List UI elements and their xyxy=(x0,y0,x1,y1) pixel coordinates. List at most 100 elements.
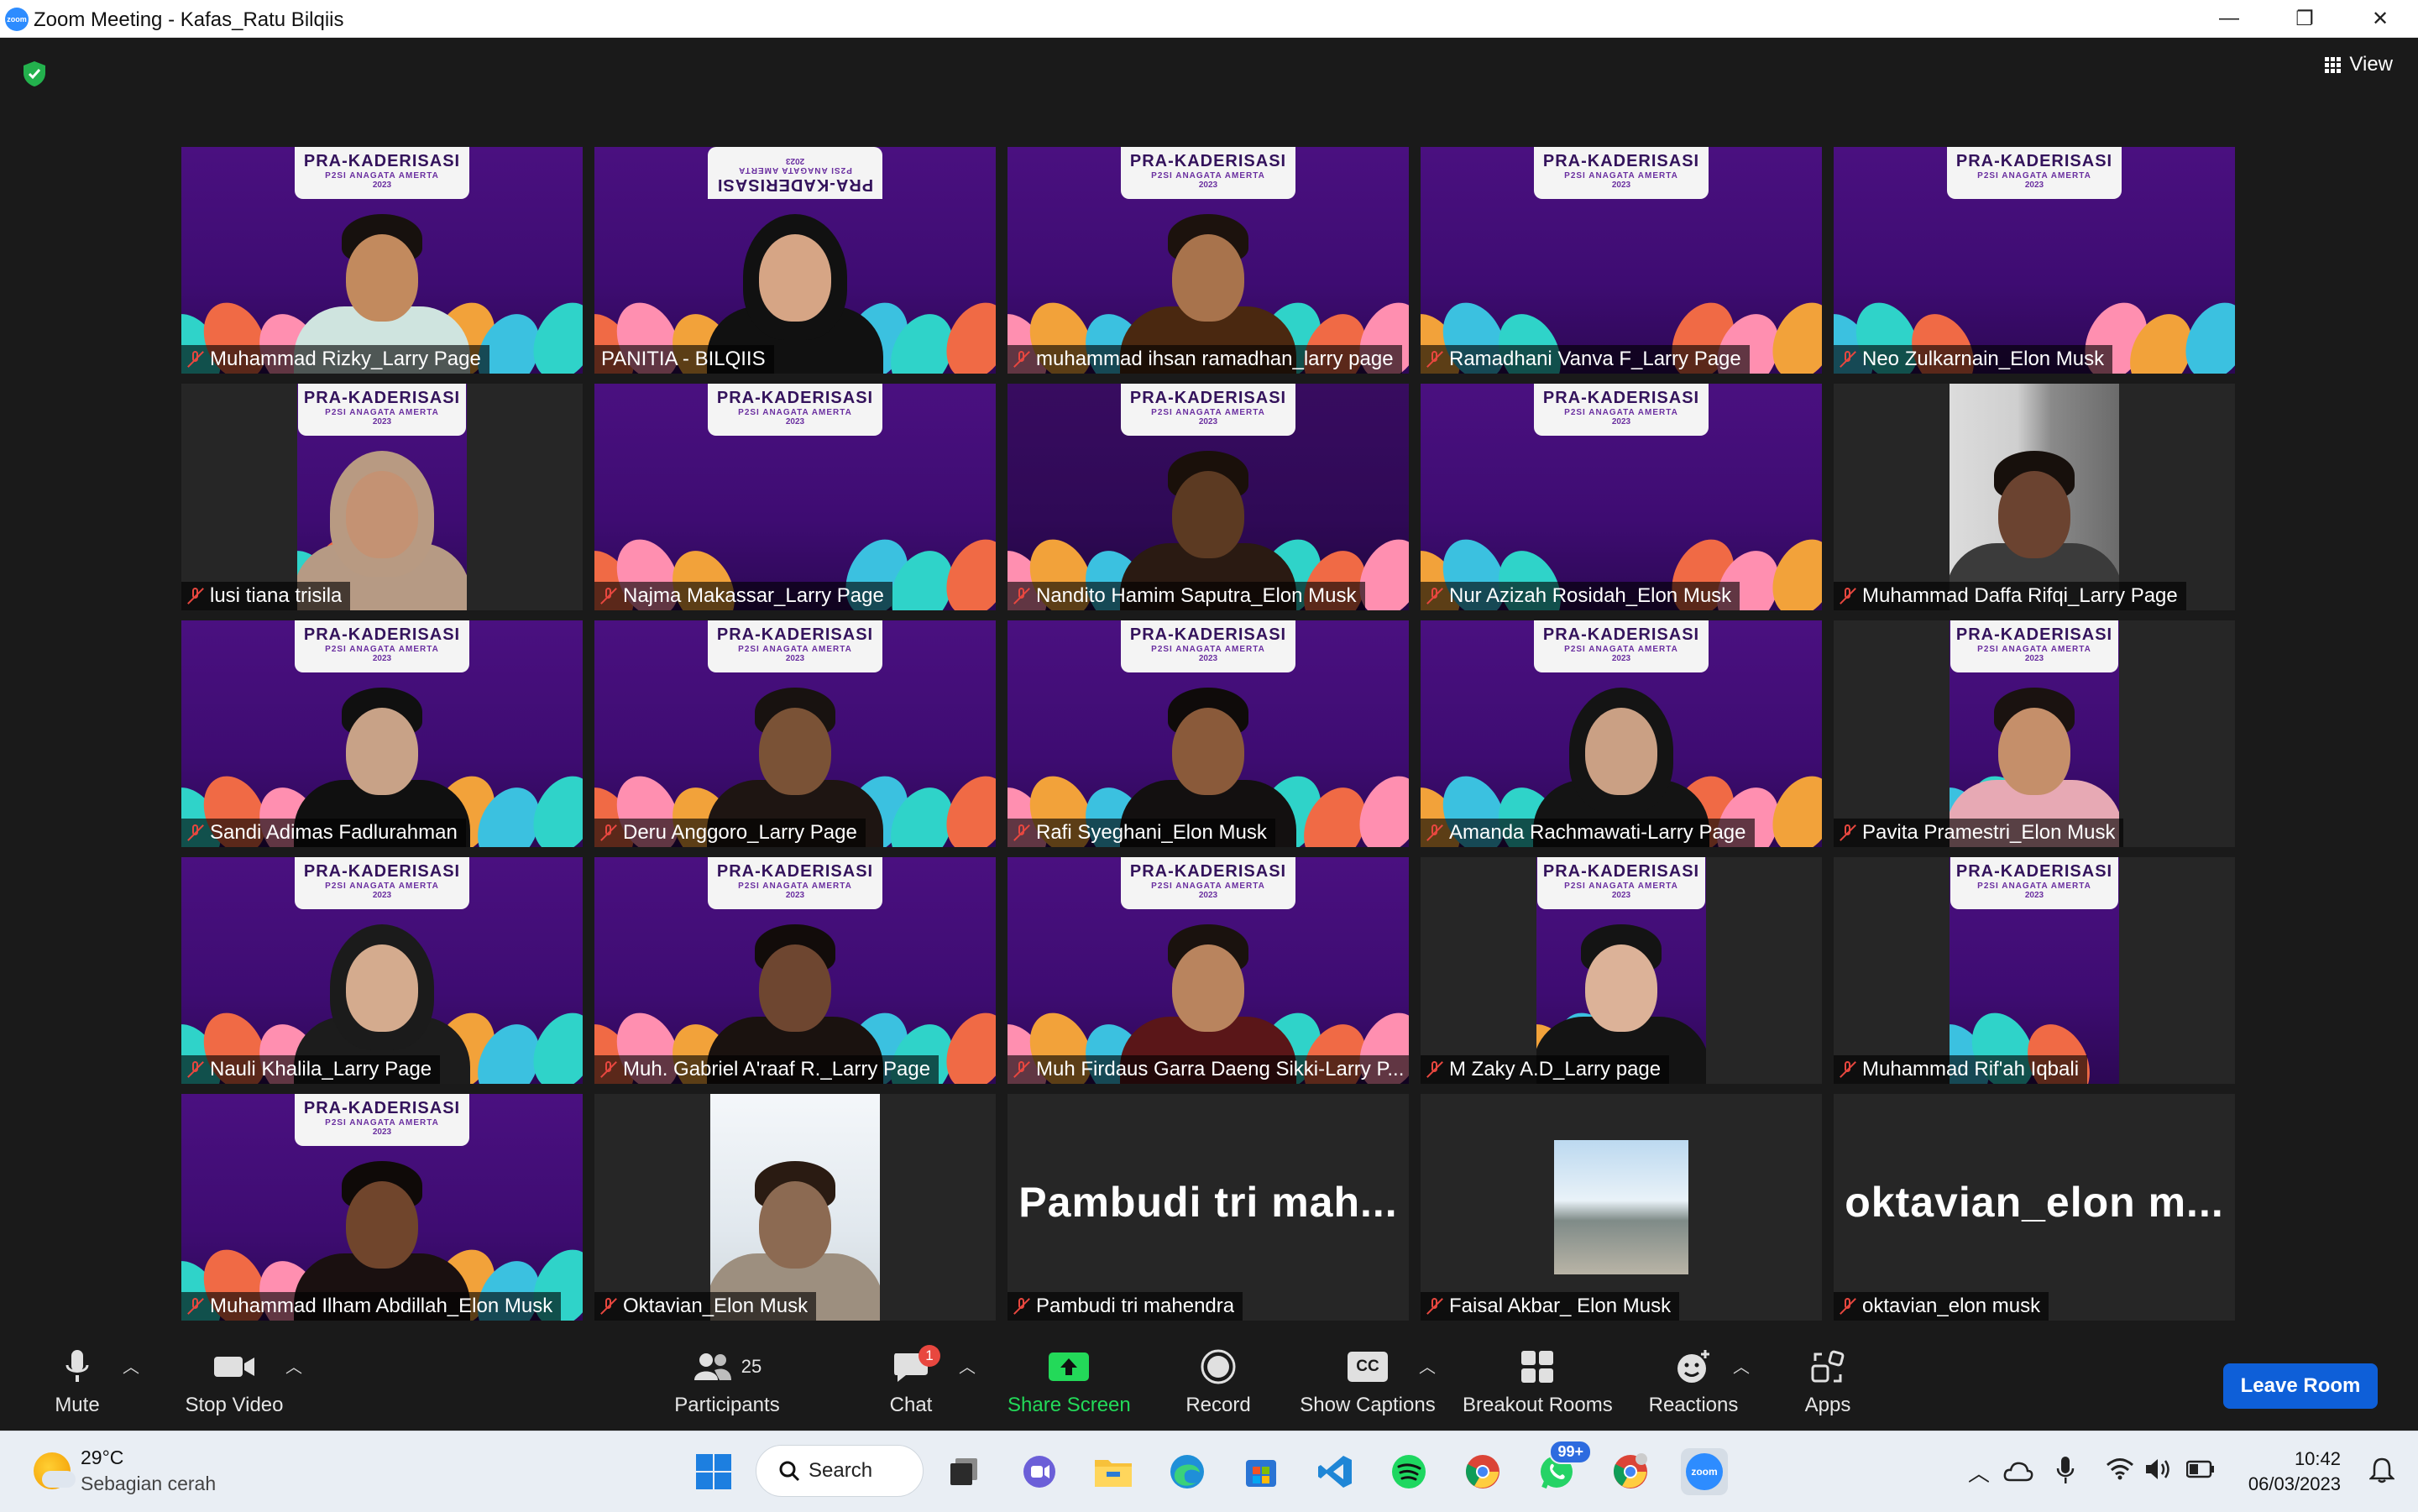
weather-widget[interactable]: 29°C Sebagian cerah xyxy=(34,1447,216,1495)
close-button[interactable]: ✕ xyxy=(2342,0,2418,37)
reactions-button[interactable]: Reactions xyxy=(1647,1345,1740,1429)
vscode-taskbar-button[interactable] xyxy=(1311,1448,1358,1495)
clock-date: 06/03/2023 xyxy=(2248,1473,2341,1494)
show-captions-button[interactable]: CC Show Captions xyxy=(1300,1345,1436,1429)
system-clock[interactable]: 10:42 06/03/2023 xyxy=(2248,1447,2341,1497)
participant-video-tile[interactable]: PRA-KADERISASI P2SI ANAGATA AMERTA 2023 Nur… xyxy=(1421,384,1822,610)
notification-bell-icon[interactable] xyxy=(2369,1457,2394,1483)
speaker-volume-icon[interactable] xyxy=(2144,1457,2175,1482)
participant-video-tile[interactable]: PRA-KADERISASI P2SI ANAGATA AMERTA 2023 San… xyxy=(181,620,583,847)
record-button[interactable]: Record xyxy=(1180,1345,1256,1429)
participant-name-label: Neo Zulkarnain_Elon Musk xyxy=(1834,345,2113,374)
onedrive-cloud-icon[interactable] xyxy=(2003,1460,2033,1482)
view-button[interactable]: View xyxy=(2325,53,2393,76)
restore-button[interactable]: ❐ xyxy=(2267,0,2342,37)
participant-video-tile[interactable]: oktavian_elon m... oktavian_elon musk xyxy=(1834,1094,2235,1321)
reactions-options-chevron-icon[interactable]: ︿ xyxy=(1733,1353,1750,1378)
mute-button[interactable]: Mute xyxy=(42,1345,113,1429)
chat-options-chevron-icon[interactable]: ︿ xyxy=(959,1353,976,1378)
file-explorer-taskbar-button[interactable] xyxy=(1090,1448,1137,1495)
wifi-icon[interactable] xyxy=(2106,1457,2134,1480)
search-icon xyxy=(779,1461,800,1482)
battery-icon[interactable] xyxy=(2186,1460,2215,1478)
participants-button[interactable]: 25 Participants xyxy=(672,1345,782,1429)
leave-room-button[interactable]: Leave Room xyxy=(2223,1363,2378,1409)
partly-sunny-icon xyxy=(34,1452,76,1489)
participant-video-tile[interactable]: PRA-KADERISASI P2SI ANAGATA AMERTA 2023 Nan… xyxy=(1008,384,1409,610)
microphone-tray-icon[interactable] xyxy=(2055,1455,2075,1485)
participant-name: Faisal Akbar_ Elon Musk xyxy=(1449,1295,1672,1317)
participant-video-tile[interactable]: Faisal Akbar_ Elon Musk xyxy=(1421,1094,1822,1321)
participant-video-tile[interactable]: Oktavian_Elon Musk xyxy=(594,1094,996,1321)
participant-name-label: M Zaky A.D_Larry page xyxy=(1421,1055,1670,1084)
weather-description: Sebagian cerah xyxy=(81,1473,217,1494)
participant-video-tile[interactable]: PRA-KADERISASI P2SI ANAGATA AMERTA 2023 Ama… xyxy=(1421,620,1822,847)
spotify-icon xyxy=(1392,1455,1426,1488)
minimize-button[interactable]: — xyxy=(2191,0,2267,37)
taskbar-search[interactable]: Search xyxy=(756,1445,924,1497)
audio-options-chevron-icon[interactable]: ︿ xyxy=(123,1353,139,1378)
participant-name: Nandito Hamim Saputra_Elon Musk xyxy=(1036,584,1357,607)
participant-name-label: Ramadhani Vanva F_Larry Page xyxy=(1421,345,1750,374)
participant-name: Muhammad Daffa Rifqi_Larry Page xyxy=(1862,584,2178,607)
participant-video-tile[interactable]: PRA-KADERISASI P2SI ANAGATA AMERTA 2023 Ram… xyxy=(1421,147,1822,374)
chat-button[interactable]: 1 Chat xyxy=(883,1345,940,1429)
captions-options-chevron-icon[interactable]: ︿ xyxy=(1419,1353,1436,1378)
participant-video-tile[interactable]: PRA-KADERISASI P2SI ANAGATA AMERTA 2023 Raf… xyxy=(1008,620,1409,847)
zoom-taskbar-button[interactable]: zoom xyxy=(1681,1448,1728,1495)
participant-video-tile[interactable]: PRA-KADERISASI P2SI ANAGATA AMERTA 2023 Nau… xyxy=(181,857,583,1084)
participant-video-tile[interactable]: PRA-KADERISASI P2SI ANAGATA AMERTA 2023 Muh… xyxy=(181,147,583,374)
participant-name-label: Faisal Akbar_ Elon Musk xyxy=(1421,1292,1680,1321)
spotify-taskbar-button[interactable] xyxy=(1385,1448,1432,1495)
whatsapp-taskbar-button[interactable]: 99+ xyxy=(1533,1440,1592,1495)
teams-chat-taskbar-button[interactable] xyxy=(1016,1448,1063,1495)
security-shield-icon[interactable] xyxy=(20,60,49,88)
record-icon xyxy=(1201,1349,1236,1384)
participant-video-tile[interactable]: PRA-KADERISASI P2SI ANAGATA AMERTA 2023 Neo… xyxy=(1834,147,2235,374)
video-options-chevron-icon[interactable]: ︿ xyxy=(285,1353,302,1378)
participant-video-tile[interactable]: PRA-KADERISASI P2SI ANAGATA AMERTA 2023 Muh… xyxy=(1008,857,1409,1084)
share-screen-icon xyxy=(1049,1352,1089,1381)
stop-video-button[interactable]: Stop Video xyxy=(180,1345,289,1429)
microsoft-store-taskbar-button[interactable] xyxy=(1238,1448,1285,1495)
muted-microphone-icon xyxy=(188,824,203,842)
show-hidden-icons-chevron-icon[interactable]: ︿ xyxy=(1968,1457,1990,1488)
record-label: Record xyxy=(1185,1394,1251,1416)
participant-name-label: Muhammad Rif'ah Iqbali xyxy=(1834,1055,2088,1084)
participant-video-tile[interactable]: Muhammad Daffa Rifqi_Larry Page xyxy=(1834,384,2235,610)
participant-video-tile[interactable]: Pambudi tri mah... Pambudi tri mahendra xyxy=(1008,1094,1409,1321)
participant-video-tile[interactable]: PRA-KADERISASI P2SI ANAGATA AMERTA 2023 Naj… xyxy=(594,384,996,610)
participant-name-label: Sandi Adimas Fadlurahman xyxy=(181,819,466,847)
participant-video-tile[interactable]: PRA-KADERISASI P2SI ANAGATA AMERTA 2023 PAN… xyxy=(594,147,996,374)
share-screen-button[interactable]: Share Screen xyxy=(1008,1345,1131,1429)
weather-temperature: 29°C xyxy=(81,1447,124,1468)
muted-microphone-icon xyxy=(1840,587,1855,605)
participant-name: Nur Azizah Rosidah_Elon Musk xyxy=(1449,584,1732,607)
chrome-profile-taskbar-button[interactable] xyxy=(1607,1448,1654,1495)
participant-video-tile[interactable]: PRA-KADERISASI P2SI ANAGATA AMERTA 2023 Pav… xyxy=(1834,620,2235,847)
participant-name: Muhammad Rizky_Larry Page xyxy=(210,348,481,370)
chrome-taskbar-button[interactable] xyxy=(1459,1448,1506,1495)
clock-time: 10:42 xyxy=(2294,1448,2341,1469)
participant-name: Nauli Khalila_Larry Page xyxy=(210,1058,432,1080)
task-view-icon xyxy=(950,1458,977,1485)
participant-video-tile[interactable]: PRA-KADERISASI P2SI ANAGATA AMERTA 2023 Muh… xyxy=(1834,857,2235,1084)
task-view-button[interactable] xyxy=(940,1448,987,1495)
participant-video-tile[interactable]: PRA-KADERISASI P2SI ANAGATA AMERTA 2023 M Z… xyxy=(1421,857,1822,1084)
participant-video-tile[interactable]: PRA-KADERISASI P2SI ANAGATA AMERTA 2023 Der… xyxy=(594,620,996,847)
edge-taskbar-button[interactable] xyxy=(1164,1448,1211,1495)
breakout-rooms-button[interactable]: Breakout Rooms xyxy=(1463,1345,1613,1429)
folder-icon xyxy=(1095,1460,1132,1487)
participant-name-label: lusi tiana trisila xyxy=(181,582,351,610)
windows-taskbar: 29°C Sebagian cerah Search 99+ zoom ︿ 10… xyxy=(0,1431,2418,1512)
participant-video-tile[interactable]: PRA-KADERISASI P2SI ANAGATA AMERTA 2023 Muh… xyxy=(594,857,996,1084)
close-icon: ✕ xyxy=(2371,7,2389,30)
apps-button[interactable]: Apps xyxy=(1797,1345,1859,1429)
start-button[interactable] xyxy=(690,1448,737,1495)
participant-video-tile[interactable]: PRA-KADERISASI P2SI ANAGATA AMERTA 2023 Muh… xyxy=(181,1094,583,1321)
participant-name: Rafi Syeghani_Elon Musk xyxy=(1036,821,1267,844)
participant-name-label: Muhammad Daffa Rifqi_Larry Page xyxy=(1834,582,2186,610)
participant-video-tile[interactable]: PRA-KADERISASI P2SI ANAGATA AMERTA 2023 lus… xyxy=(181,384,583,610)
participant-name-label: Rafi Syeghani_Elon Musk xyxy=(1008,819,1275,847)
participant-video-tile[interactable]: PRA-KADERISASI P2SI ANAGATA AMERTA 2023 muh… xyxy=(1008,147,1409,374)
